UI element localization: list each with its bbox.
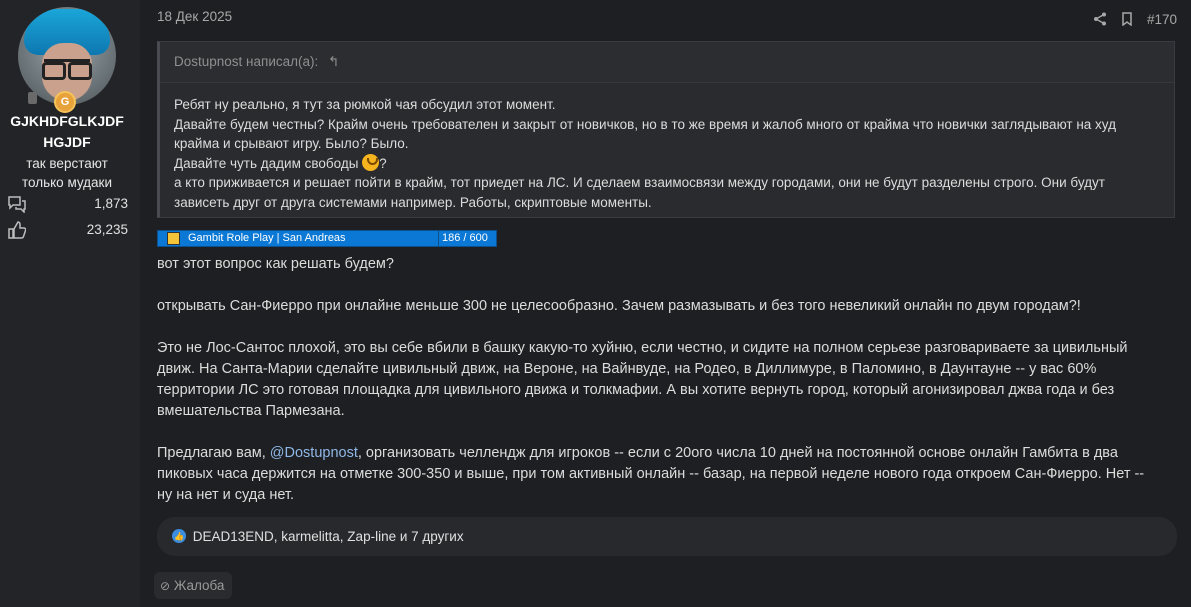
messages-count: 1,873 [94,196,128,211]
user-title: так верстают только мудаки [21,156,113,190]
server-online: 186 / 600 [442,232,488,244]
server-monitoring-banner[interactable]: Gambit Role Play | San Andreas 186 / 600 [157,230,497,247]
quote-author[interactable]: Dostupnost написал(а): [174,54,318,69]
avatar[interactable]: G [18,7,116,113]
bookmark-icon [1122,12,1132,26]
server-name: Gambit Role Play | San Andreas [188,232,346,244]
warning-icon: ⊘ [160,579,171,593]
upside-down-face-icon [362,153,380,171]
messages-icon [8,196,26,213]
reactions-bar[interactable]: DEAD13END, karmelitta, Zap-line и 7 друг… [157,517,1177,556]
like-reaction-icon [172,517,186,556]
post-content: вот этот вопрос как решать будем? открыв… [157,256,1145,503]
lock-icon [167,232,180,245]
user-sidebar: G GJKHDFGLKJDF HGJDF так верстают только… [0,0,140,607]
post-actions: #170 [1093,9,1177,29]
bookmark-button[interactable] [1121,12,1133,26]
rank-badge-icon [28,92,37,104]
reply-arrow-icon[interactable]: ↰ [328,54,339,69]
share-icon [1093,12,1106,26]
share-button[interactable] [1093,12,1107,26]
quote-header[interactable]: Dostupnost написал(а): ↰ [160,42,1174,83]
report-label: Жалоба [173,578,225,593]
post-number[interactable]: #170 [1147,12,1177,27]
report-button[interactable]: ⊘ Жалоба [154,572,232,599]
username[interactable]: GJKHDFGLKJDF HGJDF [0,111,134,153]
quote-block: Dostupnost написал(а): ↰ Ребят ну реальн… [157,41,1175,218]
coin-badge-icon: G [54,91,76,113]
post-date[interactable]: 18 Дек 2025 [157,9,232,24]
like-icon [8,221,26,239]
reactions-count: 23,235 [86,222,128,237]
messages-stat: 1,873 [8,195,128,215]
user-mention-link[interactable]: @Dostupnost [270,445,358,461]
reactions-stat: 23,235 [8,221,128,241]
reactions-list[interactable]: DEAD13END, karmelitta, Zap-line и 7 друг… [193,529,464,544]
quote-body: Ребят ну реально, я тут за рюмкой чая об… [174,97,1116,210]
